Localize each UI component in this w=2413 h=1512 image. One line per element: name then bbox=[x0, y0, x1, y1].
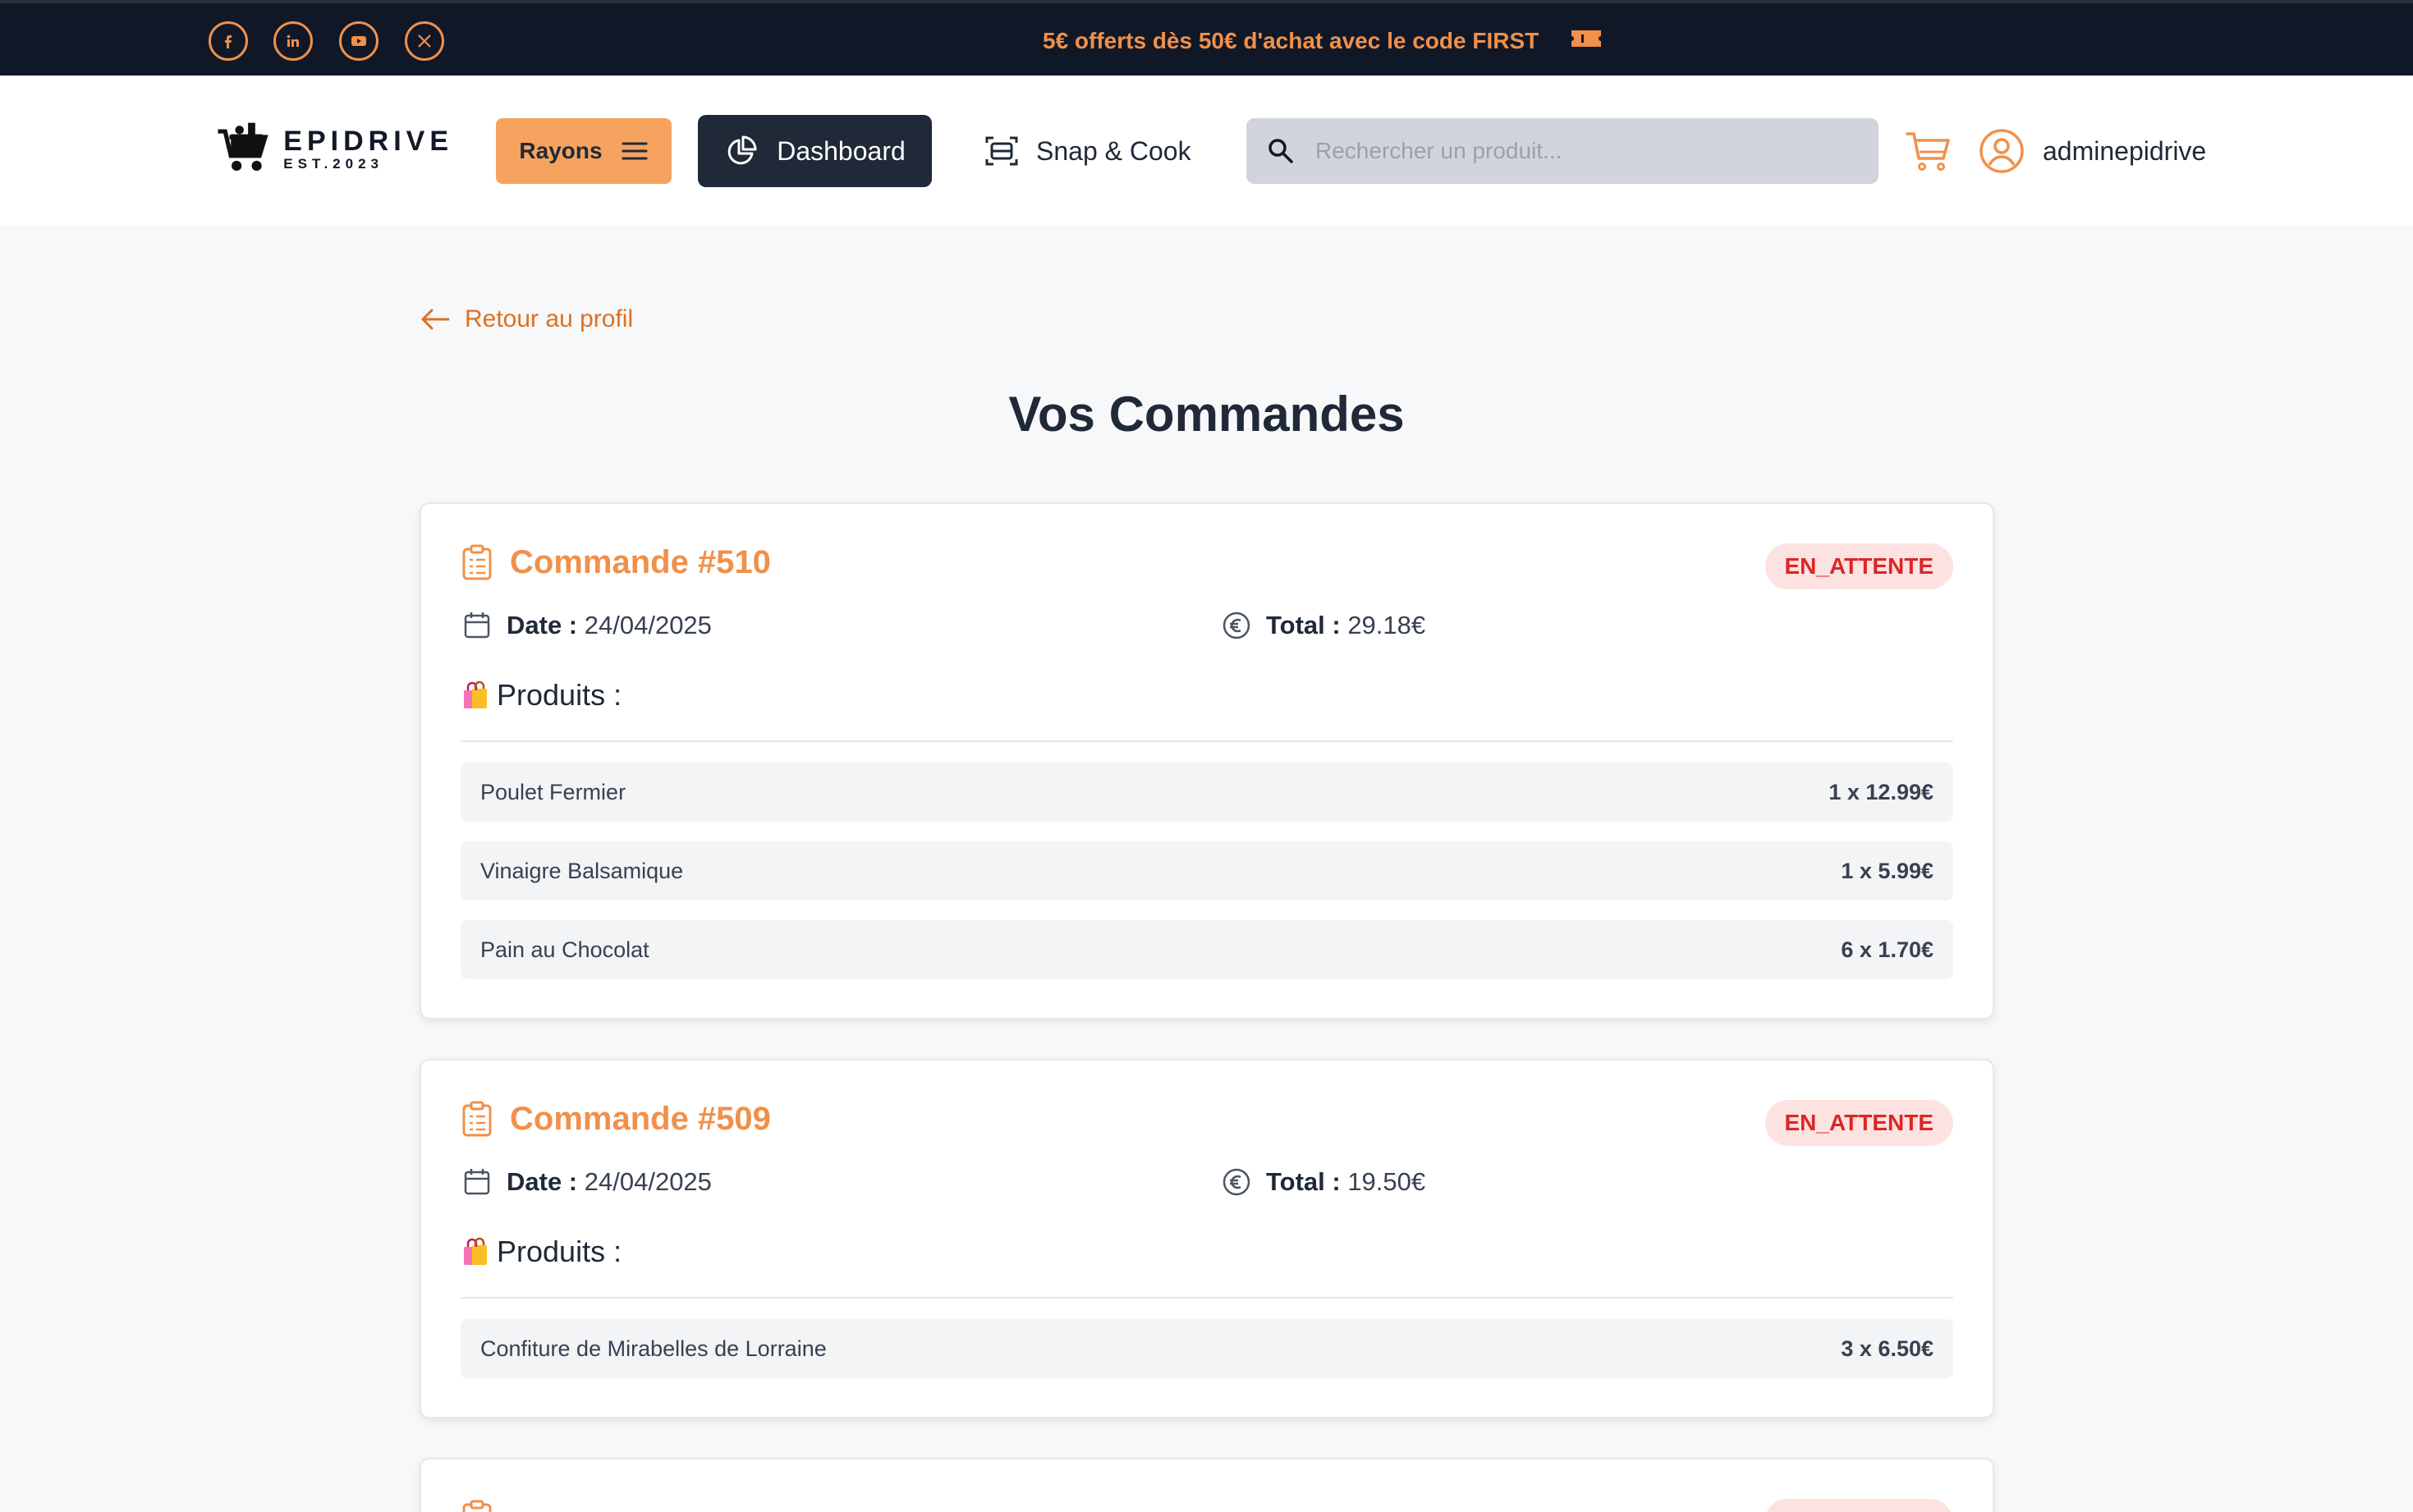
shopping-bags-icon bbox=[464, 680, 487, 708]
promo-banner: 5€ offerts dès 50€ d'achat avec le code … bbox=[1043, 3, 1603, 79]
date-value: 24/04/2025 bbox=[584, 1167, 712, 1196]
back-to-profile-link[interactable]: Retour au profil bbox=[420, 305, 633, 333]
order-title: Commande #509 bbox=[510, 1100, 771, 1137]
product-name: Pain au Chocolat bbox=[480, 937, 649, 962]
promo-text: 5€ offerts dès 50€ d'achat avec le code … bbox=[1043, 28, 1539, 53]
product-qty: 1 x 12.99€ bbox=[1828, 779, 1934, 804]
date-label: Date : bbox=[507, 1167, 578, 1196]
username: adminepidrive bbox=[2043, 135, 2207, 166]
rayons-button[interactable]: Rayons bbox=[496, 118, 672, 184]
calendar-icon bbox=[464, 612, 490, 639]
cart-icon[interactable] bbox=[1905, 130, 1951, 172]
youtube-icon[interactable] bbox=[339, 21, 378, 61]
search-icon bbox=[1268, 139, 1293, 163]
clipboard-icon bbox=[462, 544, 492, 580]
order-date: Date : 24/04/2025 bbox=[462, 1167, 712, 1197]
user-menu[interactable]: adminepidrive bbox=[1979, 125, 2206, 177]
logo[interactable]: EPIDRIVE EST.2023 bbox=[215, 112, 453, 186]
snap-cook-link[interactable]: Snap & Cook bbox=[984, 115, 1191, 187]
list-item: Pain au Chocolat 6 x 1.70€ bbox=[461, 920, 1953, 979]
date-label: Date : bbox=[507, 611, 578, 639]
product-qty: 6 x 1.70€ bbox=[1841, 937, 1934, 962]
ticket-icon bbox=[1570, 27, 1603, 56]
x-icon[interactable] bbox=[405, 21, 444, 61]
date-value: 24/04/2025 bbox=[584, 611, 712, 639]
order-card: Commande #509 EN_ATTENTE Date : 24/04/20… bbox=[420, 1059, 1994, 1418]
divider bbox=[461, 740, 1953, 742]
arrow-left-icon bbox=[421, 309, 450, 330]
divider bbox=[461, 1297, 1953, 1299]
list-item: Vinaigre Balsamique 1 x 5.99€ bbox=[461, 841, 1953, 900]
rayons-label: Rayons bbox=[519, 138, 603, 163]
search-bar[interactable] bbox=[1246, 118, 1879, 184]
menu-icon bbox=[622, 142, 648, 160]
cart-logo-icon bbox=[218, 122, 268, 172]
page-title: Vos Commandes bbox=[1008, 387, 1405, 442]
product-qty: 1 x 5.99€ bbox=[1841, 858, 1934, 883]
product-name: Vinaigre Balsamique bbox=[480, 858, 684, 883]
order-total: Total : 19.50€ bbox=[1222, 1167, 1425, 1197]
scan-icon bbox=[985, 136, 1018, 166]
order-date: Date : 24/04/2025 bbox=[462, 611, 712, 640]
order-total: Total : 29.18€ bbox=[1222, 611, 1425, 640]
products-label: Produits : bbox=[497, 1235, 622, 1268]
order-card: Commande #510 EN_ATTENTE Date : 24/04/20… bbox=[420, 502, 1994, 1019]
dashboard-button[interactable]: Dashboard bbox=[698, 115, 932, 187]
status-badge: EN_ATTENTE bbox=[1764, 1100, 1953, 1146]
linkedin-icon[interactable] bbox=[273, 21, 313, 61]
search-input[interactable] bbox=[1315, 138, 1874, 164]
products-label: Produits : bbox=[497, 678, 622, 712]
snap-cook-label: Snap & Cook bbox=[1036, 135, 1191, 166]
total-value: 19.50€ bbox=[1347, 1167, 1426, 1196]
pie-chart-icon bbox=[727, 135, 757, 165]
announcement-bar: 5€ offerts dès 50€ d'achat avec le code … bbox=[0, 0, 2413, 76]
logo-est: EST.2023 bbox=[283, 155, 384, 172]
list-item: Confiture de Mirabelles de Lorraine 3 x … bbox=[461, 1319, 1953, 1378]
status-badge: EN_ATTENTE bbox=[1764, 543, 1953, 589]
euro-icon bbox=[1223, 1168, 1250, 1196]
total-label: Total : bbox=[1266, 1167, 1341, 1196]
site-header: EPIDRIVE EST.2023 Rayons Dashboard Snap … bbox=[0, 76, 2413, 226]
product-name: Poulet Fermier bbox=[480, 779, 626, 804]
facebook-icon[interactable] bbox=[209, 21, 248, 61]
total-value: 29.18€ bbox=[1347, 611, 1426, 639]
dashboard-label: Dashboard bbox=[777, 135, 906, 166]
clipboard-icon bbox=[462, 1101, 492, 1137]
shopping-bags-icon bbox=[464, 1237, 487, 1265]
back-label: Retour au profil bbox=[465, 305, 634, 332]
user-icon bbox=[1979, 129, 2024, 173]
euro-icon bbox=[1223, 612, 1250, 639]
products-heading: Produits : bbox=[461, 1235, 622, 1269]
status-badge bbox=[1764, 1499, 1953, 1512]
product-name: Confiture de Mirabelles de Lorraine bbox=[480, 1336, 827, 1361]
logo-name: EPIDRIVE bbox=[283, 125, 453, 157]
product-qty: 3 x 6.50€ bbox=[1841, 1336, 1934, 1361]
order-title: Commande #510 bbox=[510, 543, 771, 580]
clipboard-icon bbox=[462, 1500, 492, 1512]
products-heading: Produits : bbox=[461, 678, 622, 712]
total-label: Total : bbox=[1266, 611, 1341, 639]
list-item: Poulet Fermier 1 x 12.99€ bbox=[461, 763, 1953, 822]
calendar-icon bbox=[464, 1169, 490, 1195]
order-card bbox=[420, 1458, 1994, 1512]
